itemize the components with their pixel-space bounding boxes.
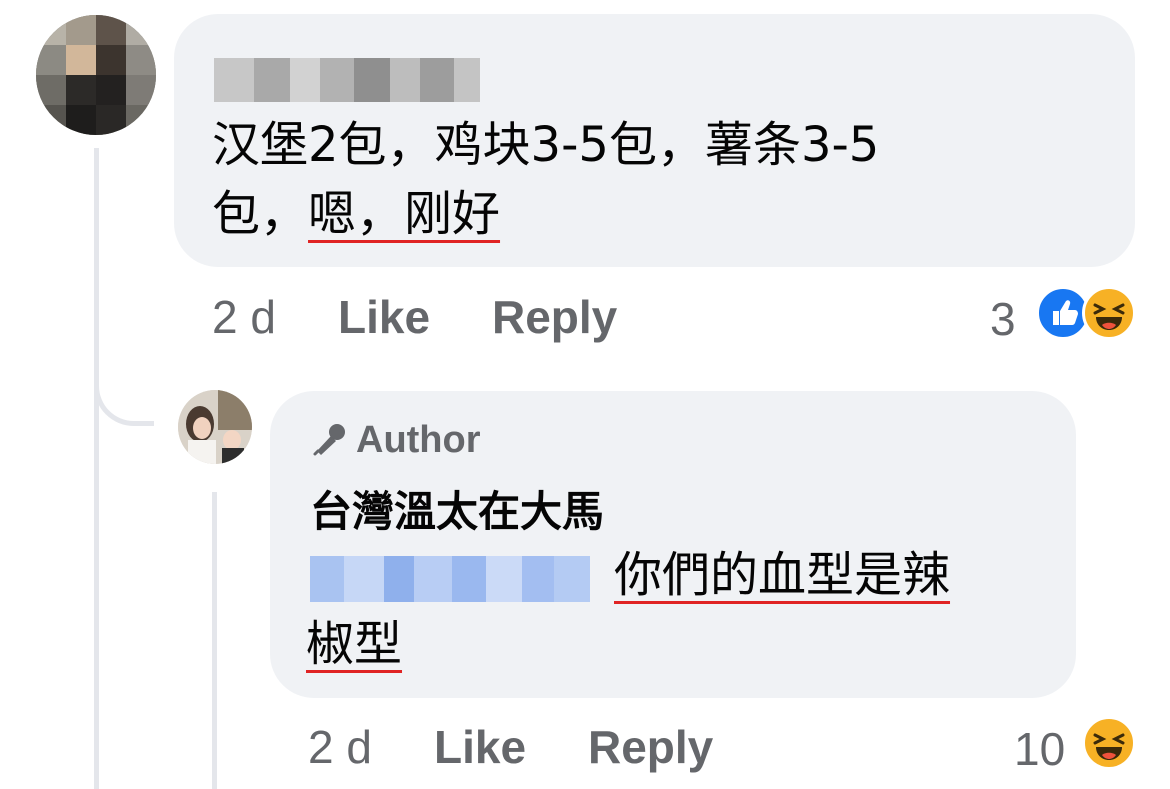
thread-connector <box>94 360 154 426</box>
comment-reply-button[interactable]: Reply <box>492 290 617 344</box>
comment-text-plain: 包， <box>212 186 309 242</box>
reply-reaction-count[interactable]: 10 <box>1014 722 1065 776</box>
author-badge: Author <box>310 418 481 462</box>
reply-reply-button[interactable]: Reply <box>588 720 713 774</box>
comment-timestamp[interactable]: 2 d <box>212 290 276 344</box>
avatar-pixel-image <box>36 15 156 135</box>
comment-text-underlined: 嗯，刚好 <box>308 186 501 242</box>
comment-text-line-1: 汉堡2包，鸡块3-5包，薯条3-5 <box>212 117 880 173</box>
commenter-avatar[interactable] <box>36 15 156 135</box>
author-badge-label: Author <box>356 418 481 461</box>
microphone-icon <box>313 424 345 456</box>
comment-reaction-count[interactable]: 3 <box>990 292 1016 346</box>
author-avatar-image <box>178 390 252 464</box>
comment-text-line-2: 包，嗯，刚好 <box>212 186 500 242</box>
comment-like-button[interactable]: Like <box>338 290 430 344</box>
reply-text-line-1: 你們的血型是辣 <box>614 547 951 603</box>
thread-line-reply <box>212 492 217 789</box>
reply-timestamp[interactable]: 2 d <box>308 720 372 774</box>
reply-text-line-2: 椒型 <box>306 616 403 672</box>
haha-icon[interactable] <box>1082 716 1136 770</box>
haha-icon[interactable] <box>1082 286 1136 340</box>
commenter-name-blurred[interactable] <box>214 58 480 102</box>
thread-line-main <box>94 148 99 789</box>
reply-author-name[interactable]: 台灣溫太在大馬 <box>310 478 604 539</box>
mention-blurred[interactable] <box>310 556 590 602</box>
reply-like-button[interactable]: Like <box>434 720 526 774</box>
author-avatar[interactable] <box>178 390 252 464</box>
